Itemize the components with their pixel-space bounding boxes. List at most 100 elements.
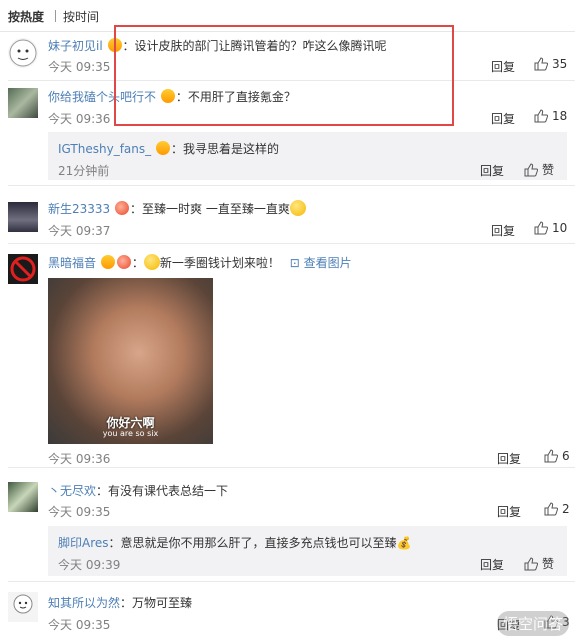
colon: ： (122, 39, 135, 53)
image-icon: ⊡ (289, 256, 300, 270)
divider (8, 581, 575, 582)
watermark: 悟空问答 (496, 611, 569, 636)
like-count: 35 (552, 57, 568, 71)
sub-reply-text: 意思就是你不用那么肝了，直接多充点钱也可以至臻 (120, 536, 397, 550)
comment-text: 设计皮肤的部门让腾讯管着的？咋这么像腾讯呢 (134, 39, 387, 53)
comment-text: 新一季圈钱计划来啦！ (159, 256, 280, 270)
thumbs-up-icon (534, 221, 548, 235)
comment-username[interactable]: 新生23333 (48, 202, 110, 216)
comment-content: 知其所以为然：万物可至臻 (48, 594, 192, 611)
level-badge-icon (115, 201, 130, 215)
sub-reply-username[interactable]: IGTheshy_fans_ (58, 142, 151, 156)
sort-bar: 按热度 按时间 (0, 0, 575, 32)
sub-reply-time: 今天 09:39 (58, 558, 121, 572)
sort-divider (55, 10, 56, 22)
comment-text: 至臻一时爽 一直至臻一直爽 (142, 202, 290, 216)
comment-content: 丶无尽欢：有没有课代表总结一下 (48, 482, 228, 499)
sub-reply-like-button[interactable]: 赞 (524, 555, 554, 572)
avatar-cartoon-icon (13, 594, 33, 614)
vip-badge-icon (160, 89, 175, 103)
thumbs-up-icon (534, 57, 548, 71)
colon: ： (120, 596, 133, 610)
like-label: 赞 (542, 163, 555, 177)
colon: ： (96, 484, 109, 498)
colon: ： (175, 90, 188, 104)
laughing-emoji-icon (289, 200, 306, 216)
comment-time: 今天 09:36 (48, 112, 111, 126)
vip-badge-icon (155, 141, 170, 155)
avatar[interactable] (8, 254, 38, 284)
comment-item: 妹子初见il ：设计皮肤的部门让腾讯管着的？咋这么像腾讯呢 今天 09:35 回… (0, 32, 575, 82)
comment-username[interactable]: 丶无尽欢 (48, 484, 96, 498)
comment-content: 你给我磕个头吧行不 ：不用肝了直接氪金？ (48, 88, 296, 105)
like-button[interactable]: 10 (534, 221, 567, 235)
thumbs-up-icon (544, 449, 558, 463)
no-sign-avatar-icon (10, 256, 36, 282)
money-bag-icon: 💰 (396, 536, 412, 550)
like-button[interactable]: 35 (534, 57, 567, 71)
colon: ： (131, 256, 144, 270)
sub-reply-time: 21分钟前 (58, 164, 110, 178)
view-image-label: 查看图片 (303, 256, 352, 270)
thumbs-up-icon (524, 556, 538, 570)
image-caption-english: you are so six (102, 429, 159, 438)
reply-button[interactable]: 回复 (497, 450, 521, 467)
sub-reply-text: 我寻思着是这样的 (182, 142, 279, 156)
sort-by-hot-tab[interactable]: 按热度 (8, 8, 44, 25)
thumbs-up-icon (534, 109, 548, 123)
like-count: 10 (552, 221, 568, 235)
sub-reply-reply-button[interactable]: 回复 (480, 162, 504, 179)
comment-content: 妹子初见il ：设计皮肤的部门让腾讯管着的？咋这么像腾讯呢 (48, 37, 387, 54)
vip-badge-icon (107, 38, 122, 52)
sub-reply-reply-button[interactable]: 回复 (480, 556, 504, 573)
like-count: 18 (552, 109, 568, 123)
comment-text: 不用肝了直接氪金？ (187, 90, 296, 104)
comment-username[interactable]: 黑暗福音 (48, 256, 96, 270)
comment-time: 今天 09:35 (48, 505, 111, 519)
avatar[interactable] (8, 592, 38, 622)
comment-username[interactable]: 知其所以为然 (48, 596, 120, 610)
comment-content: 新生23333 ：至臻一时爽 一直至臻一直爽 (48, 200, 306, 217)
avatar[interactable] (8, 482, 38, 512)
avatar[interactable] (8, 38, 38, 68)
reply-button[interactable]: 回复 (491, 110, 515, 127)
comment-content: 黑暗福音 ： 新一季圈钱计划来啦！ ⊡ 查看图片 (48, 254, 352, 271)
reply-button[interactable]: 回复 (491, 222, 515, 239)
comment-item: 你给我磕个头吧行不 ：不用肝了直接氪金？ 今天 09:36 回复 18 IGTh… (0, 82, 575, 186)
like-button[interactable]: 2 (544, 502, 570, 516)
sub-reply: 脚印Ares：意思就是你不用那么肝了，直接多充点钱也可以至臻💰 今天 09:39… (48, 526, 567, 576)
colon: ： (108, 536, 121, 550)
comment-username[interactable]: 妹子初见il (48, 39, 103, 53)
like-label: 赞 (542, 557, 555, 571)
avatar[interactable] (8, 88, 38, 118)
avatar[interactable] (8, 202, 38, 232)
like-button[interactable]: 6 (544, 449, 570, 463)
divider (8, 185, 575, 186)
divider (8, 467, 575, 468)
comment-time: 今天 09:35 (48, 60, 111, 74)
sub-reply-content: IGTheshy_fans_ ：我寻思着是这样的 (58, 140, 279, 157)
comment-text: 万物可至臻 (132, 596, 193, 610)
sort-by-time-tab[interactable]: 按时间 (63, 8, 99, 25)
reply-button[interactable]: 回复 (497, 503, 521, 520)
reply-button[interactable]: 回复 (491, 58, 515, 75)
like-count: 2 (562, 502, 570, 516)
like-button[interactable]: 18 (534, 109, 567, 123)
sub-reply: IGTheshy_fans_ ：我寻思着是这样的 21分钟前 回复 赞 (48, 132, 567, 180)
sub-reply-username[interactable]: 脚印Ares (58, 536, 109, 550)
colon: ： (170, 142, 183, 156)
sub-reply-content: 脚印Ares：意思就是你不用那么肝了，直接多充点钱也可以至臻💰 (58, 534, 412, 551)
comment-item: 知其所以为然：万物可至臻 今天 09:35 回复 3 (0, 588, 575, 638)
comment-time: 今天 09:37 (48, 224, 111, 238)
comment-image[interactable]: 你好六啊 you are so six (48, 278, 213, 444)
level-badge-icon (116, 255, 131, 269)
comment-text: 有没有课代表总结一下 (108, 484, 229, 498)
view-image-link[interactable]: ⊡ 查看图片 (290, 256, 352, 270)
colon: ： (130, 202, 143, 216)
comment-username[interactable]: 你给我磕个头吧行不 (48, 90, 156, 104)
vip-badge-icon (100, 255, 115, 269)
sub-reply-like-button[interactable]: 赞 (524, 161, 554, 178)
comment-item: 新生23333 ：至臻一时爽 一直至臻一直爽 今天 09:37 回复 10 (0, 192, 575, 244)
comment-item: 丶无尽欢：有没有课代表总结一下 今天 09:35 回复 2 脚印Ares：意思就… (0, 478, 575, 582)
divider (8, 80, 575, 81)
